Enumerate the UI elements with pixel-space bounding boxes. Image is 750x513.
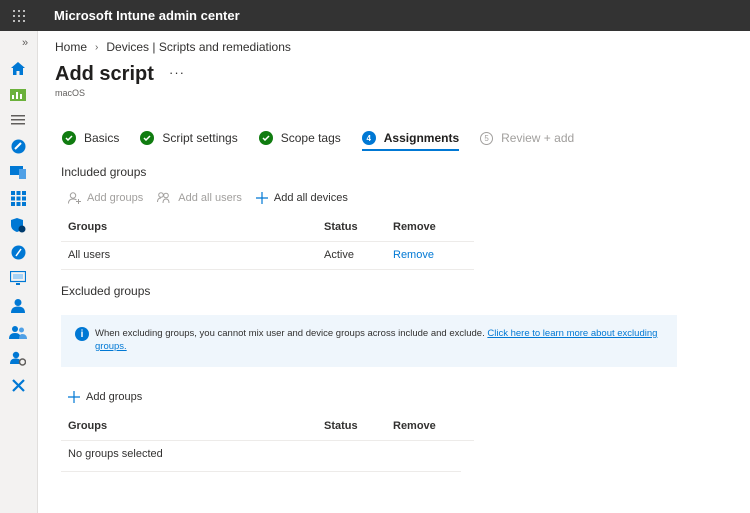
included-command-bar: Add groups Add all users Add all devices [68,192,362,204]
excluded-groups-table: Groups Status Remove No groups selected [61,413,474,468]
info-icon: i [75,327,89,341]
remove-link[interactable]: Remove [393,249,434,261]
step-number: 5 [480,131,494,145]
check-icon [140,131,155,145]
breadcrumb: Home › Devices | Scripts and remediation… [55,40,291,54]
add-groups-label: Add groups [87,192,144,204]
add-all-users-button[interactable]: Add all users [157,192,242,204]
monitor-icon[interactable] [9,269,27,287]
table-bottom-divider [61,471,461,472]
all-services-icon[interactable] [9,111,27,129]
group-name-cell: All users [61,241,317,270]
column-header-status[interactable]: Status [317,413,386,441]
page-subtitle: macOS [55,88,86,98]
add-user-icon [68,192,81,204]
step-review-add[interactable]: 5 Review + add [480,131,574,145]
groups-icon[interactable] [9,323,27,341]
apps-icon[interactable] [9,163,27,181]
add-all-devices-button[interactable]: Add all devices [255,192,348,204]
step-basics[interactable]: Basics [62,131,119,145]
column-header-status[interactable]: Status [317,214,386,242]
remove-cell: Remove [386,241,474,270]
security-shield-icon[interactable] [9,216,27,234]
column-header-groups[interactable]: Groups [61,214,317,242]
info-text: When excluding groups, you cannot mix us… [95,328,488,339]
troubleshooting-icon[interactable] [9,376,27,394]
left-nav: » [0,31,38,513]
step-label: Scope tags [280,131,341,145]
wizard-steps: Basics Script settings Scope tags 4 Assi… [62,131,595,151]
check-icon [62,131,76,145]
plus-icon [68,391,80,403]
page-title: Add script [55,63,154,85]
add-all-users-label: Add all users [178,192,242,204]
step-label: Basics [84,131,120,145]
empty-message: No groups selected [68,448,163,461]
plus-icon [255,192,268,204]
breadcrumb-home[interactable]: Home [55,40,87,54]
add-all-users-icon [157,192,172,204]
step-scope-tags[interactable]: Scope tags [258,131,341,145]
table-header-row: Groups Status Remove [61,214,474,242]
included-groups-table: Groups Status Remove All users Active Re… [61,214,474,270]
endpoint-security-icon[interactable] [9,189,27,207]
tenant-admin-icon[interactable] [9,349,27,367]
step-script-settings[interactable]: Script settings [140,131,238,145]
more-options-button[interactable]: ··· [169,65,185,80]
info-message-bar: i When excluding groups, you cannot mix … [61,315,677,367]
step-number: 4 [361,131,376,145]
add-excluded-groups-button[interactable]: Add groups [68,391,142,403]
step-assignments[interactable]: 4 Assignments [361,131,460,151]
step-label: Review + add [501,131,575,145]
step-label: Assignments [383,131,460,145]
excluded-groups-heading: Excluded groups [61,284,151,298]
add-groups-button[interactable]: Add groups [68,192,143,204]
info-message: When excluding groups, you cannot mix us… [95,327,663,355]
app-launcher-icon[interactable] [0,0,37,31]
breadcrumb-separator: › [95,41,99,53]
included-groups-heading: Included groups [61,165,147,179]
check-icon [258,131,273,145]
devices-icon[interactable] [9,137,27,155]
users-icon[interactable] [9,297,27,315]
reports-icon[interactable] [9,243,27,261]
breadcrumb-scripts[interactable]: Devices | Scripts and remediations [106,40,291,54]
status-cell: Active [317,241,386,270]
add-groups-label: Add groups [86,391,143,403]
column-header-groups[interactable]: Groups [61,413,317,441]
app-title[interactable]: Microsoft Intune admin center [54,8,240,23]
column-header-remove[interactable]: Remove [386,413,474,441]
step-label: Script settings [162,131,238,145]
expand-nav-icon[interactable]: » [22,37,28,49]
table-row: All users Active Remove [61,241,474,270]
home-icon[interactable] [9,59,27,77]
table-header-row: Groups Status Remove [61,413,474,441]
main-content: Home › Devices | Scripts and remediation… [38,31,750,513]
add-all-devices-label: Add all devices [273,192,348,204]
dashboard-icon[interactable] [9,86,27,104]
table-row: No groups selected [61,440,474,468]
column-header-remove[interactable]: Remove [386,214,474,242]
top-bar: Microsoft Intune admin center [0,0,750,31]
